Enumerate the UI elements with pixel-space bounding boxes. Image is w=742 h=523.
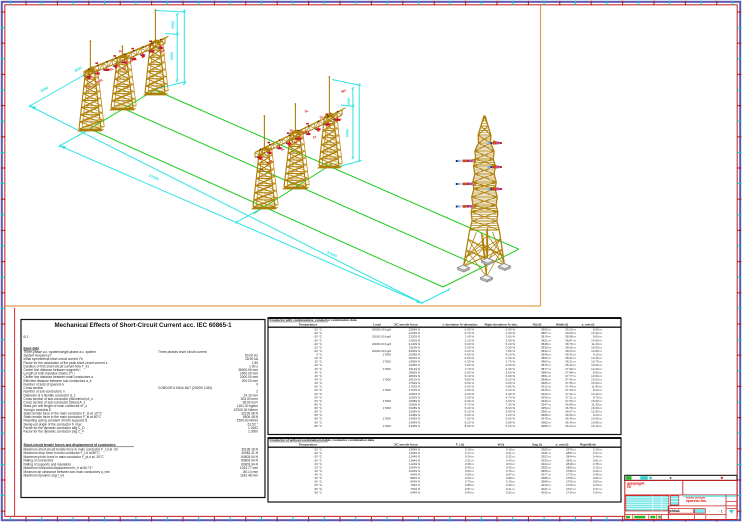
svg-text:0: 0 xyxy=(256,383,258,387)
svg-text:20000.00 kg/d: 20000.00 kg/d xyxy=(372,328,391,332)
svg-text:1.0500: 1.0500 xyxy=(248,430,258,434)
svg-text:Ch: Ch xyxy=(627,485,631,489)
svg-text:·: · xyxy=(709,508,711,513)
svg-text:17000: 17000 xyxy=(383,367,392,371)
svg-text:13469 N: 13469 N xyxy=(409,424,420,428)
svg-text:B.1: B.1 xyxy=(24,335,29,339)
svg-text:20000.00 kg/d: 20000.00 kg/d xyxy=(372,335,391,339)
svg-text:17000: 17000 xyxy=(383,360,392,364)
svg-text:F_t (l): F_t (l) xyxy=(456,443,464,447)
svg-text:9000: 9000 xyxy=(346,129,350,137)
svg-text:80 °C: 80 °C xyxy=(314,424,322,428)
svg-text:4032 m: 4032 m xyxy=(541,490,552,494)
svg-text:16.10 m: 16.10 m xyxy=(591,424,602,428)
svg-text:3989 m: 3989 m xyxy=(541,424,552,428)
svg-text:1182.48 mm: 1182.48 mm xyxy=(240,474,258,478)
svg-text:5.10 %: 5.10 % xyxy=(506,424,516,428)
svg-text:npwrvdu fleu.: npwrvdu fleu. xyxy=(686,499,708,503)
svg-text:17000: 17000 xyxy=(383,424,392,428)
svg-text:Maximum dynamic sag f_ed: Maximum dynamic sag f_ed xyxy=(24,474,65,478)
svg-text:a_min (l): a_min (l) xyxy=(556,443,569,447)
svg-text:3500: 3500 xyxy=(171,21,175,29)
svg-text:80 °C: 80 °C xyxy=(314,490,322,494)
svg-text:CONDOR A 500A-54/7 (2000/0.134: CONDOR A 500A-54/7 (2000/0.1343) xyxy=(158,386,212,390)
svg-text:17000: 17000 xyxy=(383,353,392,357)
svg-text:Three-phases short circuit cur: Three-phases short circuit current xyxy=(158,350,207,354)
svg-text:36.23 m: 36.23 m xyxy=(565,424,576,428)
svg-text:0.94 m: 0.94 m xyxy=(465,490,475,494)
svg-text:a_min (l): a_min (l) xyxy=(582,323,595,327)
svg-text:· 1 ·: · 1 · xyxy=(718,508,725,513)
svg-text:Width (l): Width (l) xyxy=(556,323,568,327)
svg-text:17000: 17000 xyxy=(383,378,392,382)
svg-text:Right-deviation %-dev.: Right-deviation %-dev. xyxy=(484,323,517,327)
svg-text:Factor for the dynamic conduct: Factor for the dynamic conductor sag C_F xyxy=(24,430,85,434)
svg-text:17000: 17000 xyxy=(383,417,392,421)
svg-text:3500: 3500 xyxy=(347,98,351,106)
svg-text:L-deviation %-deviation: L-deviation %-deviation xyxy=(443,323,478,327)
svg-text:Mechanical Effects of Short-Ci: Mechanical Effects of Short-Circuit Curr… xyxy=(54,322,232,329)
svg-text:0.52 m: 0.52 m xyxy=(506,490,516,494)
svg-text:0.54 m: 0.54 m xyxy=(593,490,603,494)
svg-text:6449 N: 6449 N xyxy=(410,490,420,494)
svg-text:Conductor of without combinati: Conductor of without combinations/cable;… xyxy=(270,438,375,442)
svg-text:Conductor with combinations; c: Conductor with combinations; conductor c… xyxy=(270,318,357,322)
svg-text:phisd.: phisd. xyxy=(669,509,680,513)
svg-text:17000: 17000 xyxy=(383,399,392,403)
svg-text:F(t) (l): F(t) (l) xyxy=(533,323,542,327)
svg-text:17000: 17000 xyxy=(383,406,392,410)
svg-text:W (l): W (l) xyxy=(498,443,505,447)
svg-text:9000: 9000 xyxy=(170,52,174,60)
svg-text:SC tensile force: SC tensile force xyxy=(394,323,418,327)
svg-text:SC tensile force: SC tensile force xyxy=(394,443,418,447)
svg-text:Temperature: Temperature xyxy=(299,443,318,447)
svg-text:Load: Load xyxy=(373,323,381,327)
svg-text:Short-circuit tensile forces a: Short-circuit tensile forces and displac… xyxy=(24,443,116,447)
svg-text:2714 m: 2714 m xyxy=(566,490,577,494)
svg-text:8.90 %: 8.90 % xyxy=(465,424,475,428)
svg-text:20000.00 kg/d: 20000.00 kg/d xyxy=(372,342,391,346)
svg-text:17000: 17000 xyxy=(383,388,392,392)
svg-text:Temperature: Temperature xyxy=(299,323,318,327)
svg-text:Sag (l): Sag (l) xyxy=(532,443,541,447)
svg-text:Right/Both: Right/Both xyxy=(580,443,596,447)
